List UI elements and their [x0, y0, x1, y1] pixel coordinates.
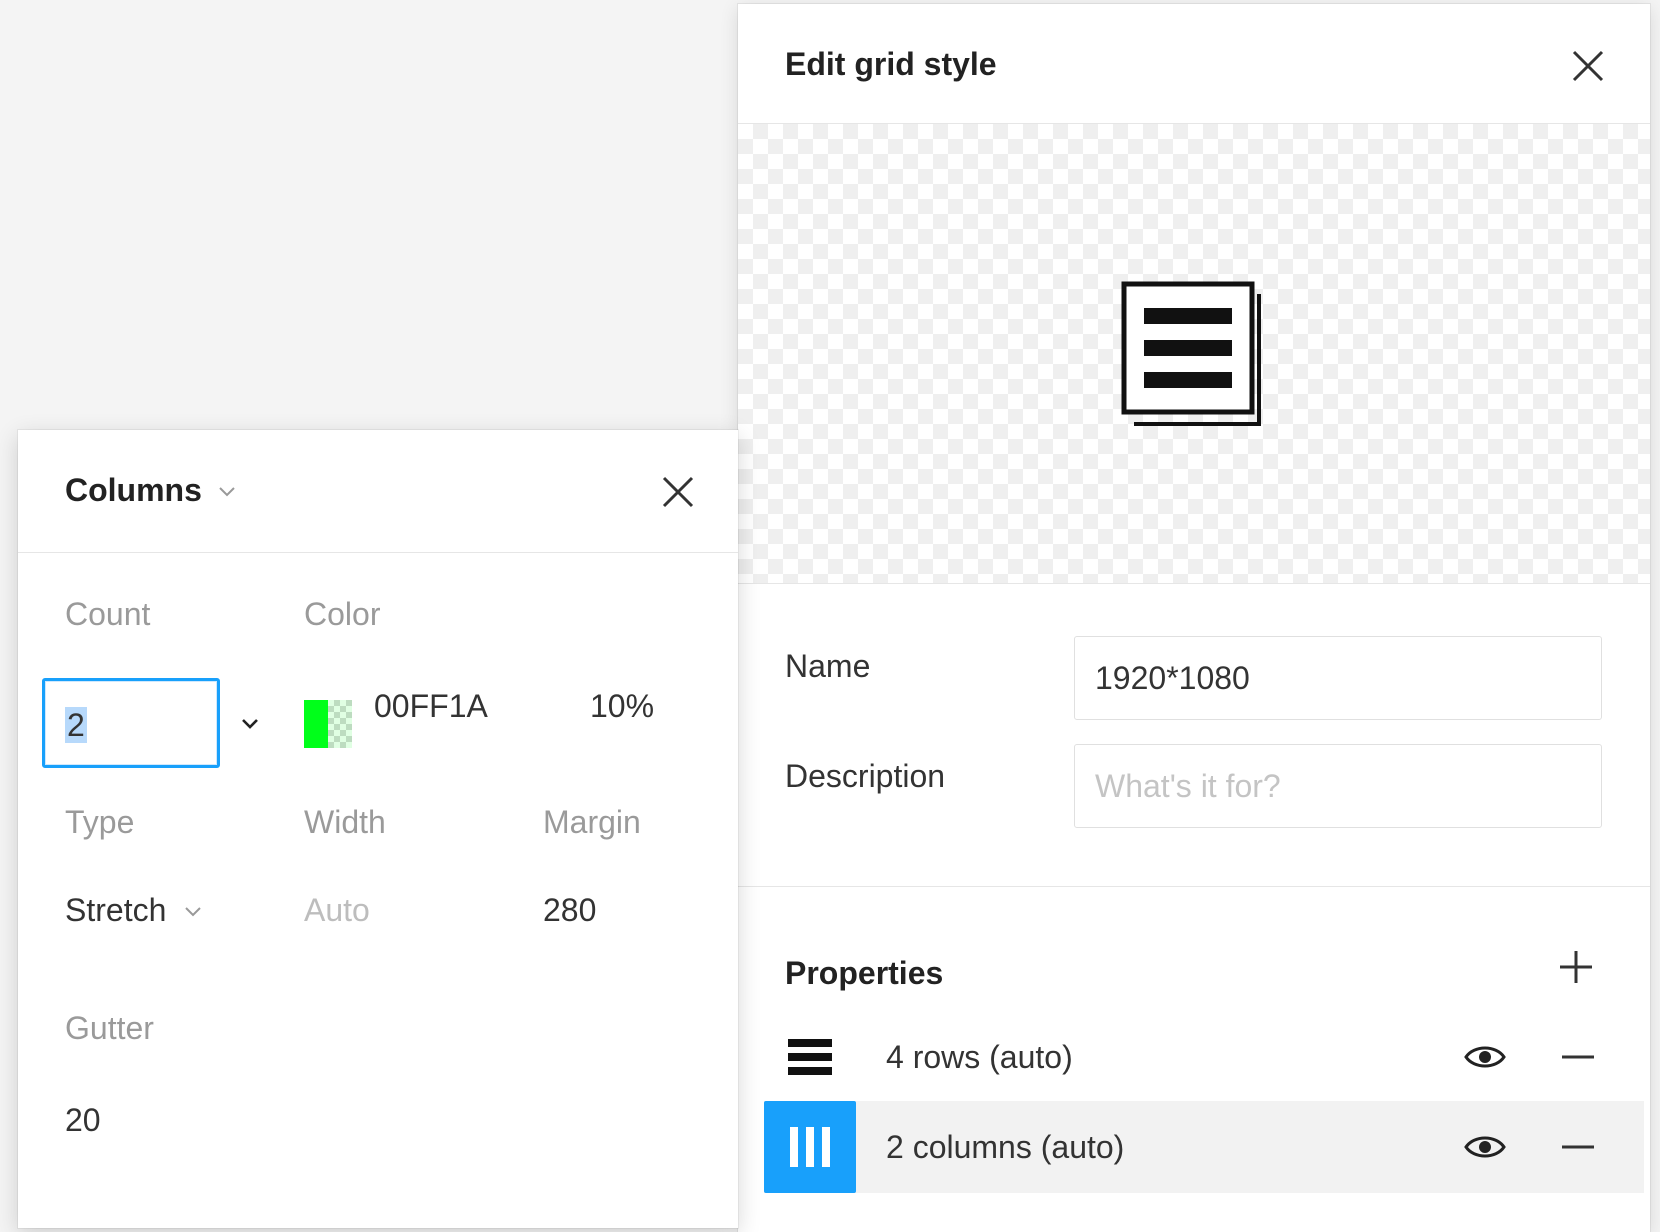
property-label: 2 columns (auto): [886, 1129, 1125, 1165]
remove-columns-button[interactable]: [1558, 1127, 1598, 1167]
grid-style-icon: [1114, 274, 1274, 434]
count-input[interactable]: 2: [42, 678, 220, 768]
panel-title: Edit grid style: [785, 46, 997, 82]
properties-title: Properties: [785, 955, 944, 991]
gutter-label: Gutter: [65, 1010, 154, 1046]
opacity-input[interactable]: 10%: [590, 688, 654, 725]
description-label: Description: [785, 758, 946, 794]
plus-icon: [1560, 951, 1592, 983]
columns-settings-panel: Columns Count Color 2 00FF1A 10% Type Wi…: [18, 430, 738, 1228]
type-value: Stretch: [65, 892, 167, 928]
chevron-down-icon: [185, 906, 202, 916]
name-label: Name: [785, 648, 871, 684]
property-row-rows[interactable]: 4 rows (auto): [764, 1011, 1644, 1103]
property-label: 4 rows (auto): [886, 1039, 1073, 1075]
count-label: Count: [65, 596, 151, 632]
chevron-down-icon: [219, 486, 235, 496]
gutter-input[interactable]: 20: [65, 1102, 101, 1139]
type-dropdown[interactable]: Stretch: [65, 892, 204, 929]
columns-icon: [764, 1101, 856, 1193]
count-value: 2: [65, 707, 87, 743]
color-label: Color: [304, 596, 381, 632]
eye-icon: [1464, 1046, 1506, 1068]
chevron-down-icon[interactable]: [238, 712, 262, 736]
remove-rows-button[interactable]: [1558, 1037, 1598, 1077]
eye-icon: [1464, 1136, 1506, 1158]
color-swatch[interactable]: [304, 700, 352, 748]
minus-icon: [1562, 1055, 1594, 1059]
name-input[interactable]: [1074, 636, 1602, 720]
margin-input[interactable]: 280: [543, 892, 596, 929]
grid-preview: [738, 124, 1650, 584]
margin-label: Margin: [543, 804, 641, 840]
toggle-visibility-rows-button[interactable]: [1464, 1037, 1506, 1077]
columns-panel-header: Columns: [18, 430, 738, 553]
toggle-visibility-columns-button[interactable]: [1464, 1127, 1506, 1167]
close-grid-panel-button[interactable]: [1568, 46, 1608, 86]
width-input[interactable]: Auto: [304, 892, 370, 929]
canvas: Edit grid style Name Descript: [0, 0, 1660, 1232]
type-label: Type: [65, 804, 135, 840]
description-input[interactable]: [1074, 744, 1602, 828]
width-label: Width: [304, 804, 386, 840]
color-hex-input[interactable]: 00FF1A: [374, 688, 488, 725]
columns-title: Columns: [65, 472, 202, 508]
add-property-button[interactable]: [1556, 947, 1596, 987]
grid-style-form: Name Description: [738, 584, 1650, 887]
close-icon: [662, 476, 694, 508]
minus-icon: [1562, 1145, 1594, 1149]
color-swatch-alpha: [328, 700, 352, 748]
property-row-columns[interactable]: 2 columns (auto): [764, 1101, 1644, 1193]
grid-panel-header: Edit grid style: [738, 4, 1650, 124]
close-columns-panel-button[interactable]: [658, 472, 698, 512]
layout-type-dropdown[interactable]: Columns: [65, 472, 238, 509]
color-swatch-solid: [304, 700, 328, 748]
close-icon: [1572, 50, 1604, 82]
rows-icon: [764, 1011, 856, 1103]
edit-grid-style-panel: Edit grid style Name Descript: [738, 4, 1650, 1232]
properties-section: Properties 4 rows (auto) 2 columns (auto…: [738, 887, 1650, 1232]
